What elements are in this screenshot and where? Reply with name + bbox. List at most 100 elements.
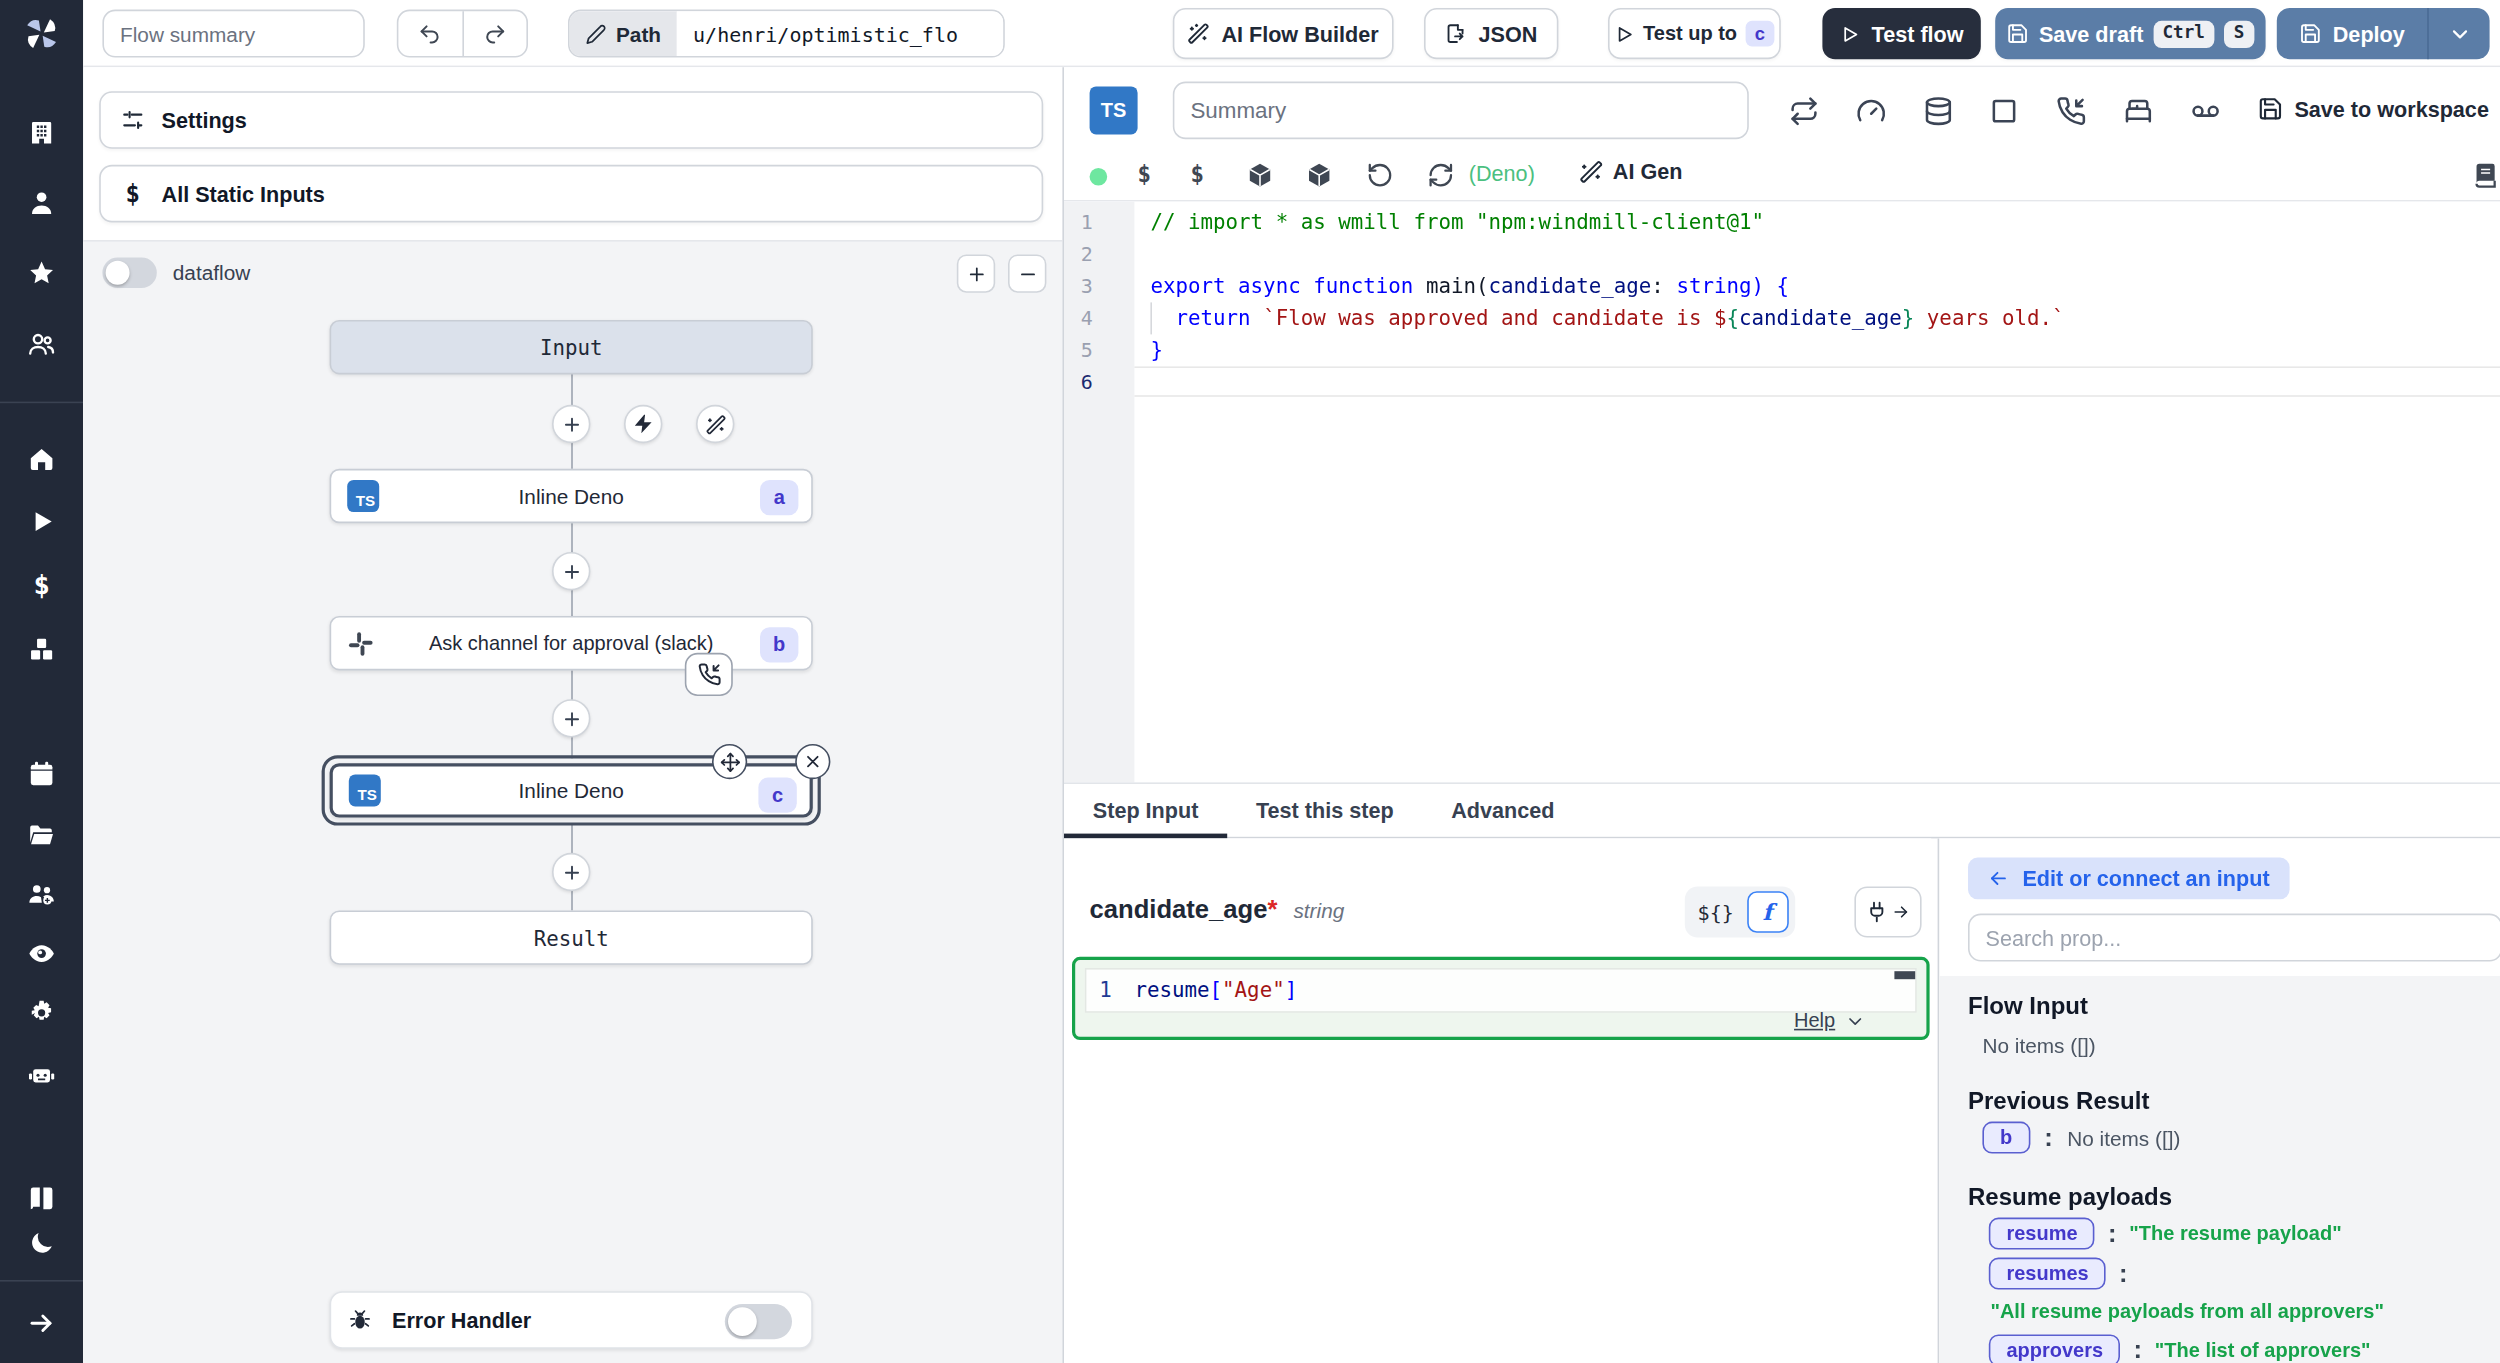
approvers-badge[interactable]: approvers (1989, 1334, 2121, 1363)
groups-icon[interactable] (27, 880, 56, 909)
flow-settings-button[interactable]: Settings (99, 91, 1043, 149)
tab-test-this-step[interactable]: Test this step (1227, 784, 1422, 837)
edit-or-connect-button[interactable]: Edit or connect an input (1968, 858, 2289, 900)
flow-canvas: dataflow Input TS Inline Deno a (83, 240, 1062, 1363)
zoom-in-button[interactable] (957, 254, 995, 292)
variables-icon[interactable]: $ (27, 568, 56, 597)
resumes-desc: "All resume payloads from all approvers" (1990, 1301, 2384, 1323)
code-lines: // import * as wmill from "npm:windmill-… (1134, 202, 2500, 783)
mock-square-icon[interactable] (1989, 96, 2019, 126)
save-draft-button[interactable]: Save draft Ctrl S (1995, 8, 2265, 59)
step-input-panel: candidate_age* string ${} f 1 resume["Ag… (1064, 838, 1931, 1363)
save-draft-label: Save draft (2039, 22, 2143, 46)
variables-dollar-icon[interactable]: $ (1138, 162, 1152, 189)
package-icon[interactable] (1306, 162, 1333, 189)
code-editor[interactable]: 123456 // import * as wmill from "npm:wi… (1064, 202, 2500, 783)
user-icon[interactable] (27, 189, 56, 218)
suspend-badge[interactable] (685, 653, 733, 696)
ai-add-step-button[interactable] (696, 405, 734, 443)
error-handler-card[interactable]: Error Handler (330, 1291, 813, 1349)
add-trigger-button[interactable] (624, 405, 662, 443)
refresh-icon[interactable] (1427, 162, 1454, 189)
resources-dollar-icon[interactable]: $ (1190, 162, 1204, 189)
all-static-inputs-label: All Static Inputs (162, 182, 325, 206)
function-mode-button[interactable]: f (1747, 891, 1789, 933)
expand-sidebar-icon[interactable] (27, 1309, 56, 1338)
undo-button[interactable] (398, 11, 463, 56)
language-label[interactable]: (Deno) (1469, 162, 1535, 186)
test-flow-button[interactable]: Test flow (1822, 8, 1980, 59)
resume-desc: "The resume payload" (2129, 1222, 2341, 1244)
flow-input-empty: No items ([]) (1982, 1034, 2095, 1058)
summary-placeholder: Summary (1190, 98, 1286, 124)
minus-icon (1017, 263, 1038, 284)
move-node-handle[interactable] (712, 744, 747, 779)
windmill-logo[interactable] (21, 13, 63, 55)
search-prop-input[interactable]: Search prop... (1968, 914, 2500, 962)
docs-book-icon[interactable] (27, 1184, 56, 1213)
previous-result-badge[interactable]: b (1982, 1122, 2029, 1154)
flow-node-result[interactable]: Result (330, 910, 813, 964)
concurrency-gauge-icon[interactable] (1856, 96, 1886, 126)
json-button[interactable]: JSON (1424, 8, 1558, 59)
audit-logs-icon[interactable] (27, 939, 56, 968)
folders-icon[interactable] (27, 821, 56, 850)
tab-advanced[interactable]: Advanced (1422, 784, 1583, 837)
add-step-button[interactable] (552, 853, 590, 891)
expression-help[interactable]: Help (1794, 1010, 1866, 1032)
workspace-icon[interactable] (27, 118, 56, 147)
template-mode-button[interactable]: ${} (1691, 900, 1740, 924)
field-name: candidate_age* (1090, 896, 1278, 925)
users-icon[interactable] (27, 330, 56, 359)
cache-database-icon[interactable] (1923, 96, 1953, 126)
library-book-icon[interactable] (2472, 162, 2499, 189)
dataflow-toggle[interactable] (102, 258, 156, 288)
retry-icon[interactable] (1789, 96, 1819, 126)
flow-node-input[interactable]: Input (330, 320, 813, 374)
delete-node-button[interactable] (795, 744, 830, 779)
package-icon[interactable] (1246, 162, 1273, 189)
add-step-button[interactable] (552, 699, 590, 737)
star-icon[interactable] (27, 259, 56, 288)
path-button[interactable]: Path (570, 11, 677, 56)
dark-mode-moon-icon[interactable] (27, 1229, 56, 1258)
flow-node-b[interactable]: Ask channel for approval (slack) b (330, 616, 813, 670)
save-to-workspace-button[interactable]: Save to workspace (2258, 96, 2489, 122)
expression-editor[interactable]: 1 resume["Age"] Help (1072, 957, 1930, 1040)
flow-node-a[interactable]: TS Inline Deno a (330, 469, 813, 523)
tab-step-input[interactable]: Step Input (1064, 784, 1227, 837)
ai-flow-builder-button[interactable]: AI Flow Builder (1173, 8, 1394, 59)
workers-robot-icon[interactable] (27, 1061, 56, 1090)
deploy-button[interactable]: Deploy (2277, 8, 2429, 59)
schedules-icon[interactable] (27, 760, 56, 789)
error-handler-toggle[interactable] (725, 1304, 792, 1339)
plus-icon (561, 414, 582, 435)
undo-icon (418, 22, 442, 46)
resumes-badge[interactable]: resumes (1989, 1258, 2107, 1290)
rotate-ccw-icon[interactable] (1366, 162, 1393, 189)
deploy-more-button[interactable] (2429, 8, 2490, 59)
add-step-button[interactable] (552, 405, 590, 443)
settings-gear-icon[interactable] (27, 998, 56, 1027)
step-summary-input[interactable]: Summary (1173, 82, 1749, 140)
input-node-label: Input (379, 335, 763, 359)
redo-button[interactable] (463, 11, 526, 56)
edit-or-connect-label: Edit or connect an input (2022, 866, 2269, 890)
connect-input-button[interactable] (1854, 886, 1921, 937)
sleep-bed-icon[interactable] (2123, 96, 2153, 126)
home-icon[interactable] (27, 445, 56, 474)
zap-icon (632, 413, 654, 435)
voicemail-icon[interactable] (2190, 96, 2220, 126)
ai-gen-button[interactable]: AI Gen (1579, 160, 1682, 184)
flow-summary-input[interactable]: Flow summary (102, 10, 364, 58)
path-input[interactable]: u/henri/optimistic_flo (677, 11, 1003, 56)
resume-badge[interactable]: resume (1989, 1218, 2095, 1250)
status-dot (1090, 167, 1108, 185)
runs-icon[interactable] (27, 507, 56, 536)
test-up-to-button[interactable]: Test up to c (1608, 8, 1781, 59)
add-step-button[interactable] (552, 552, 590, 590)
all-static-inputs-button[interactable]: $ All Static Inputs (99, 165, 1043, 223)
resources-icon[interactable] (27, 635, 56, 664)
suspend-phone-icon[interactable] (2056, 96, 2086, 126)
zoom-out-button[interactable] (1008, 254, 1046, 292)
